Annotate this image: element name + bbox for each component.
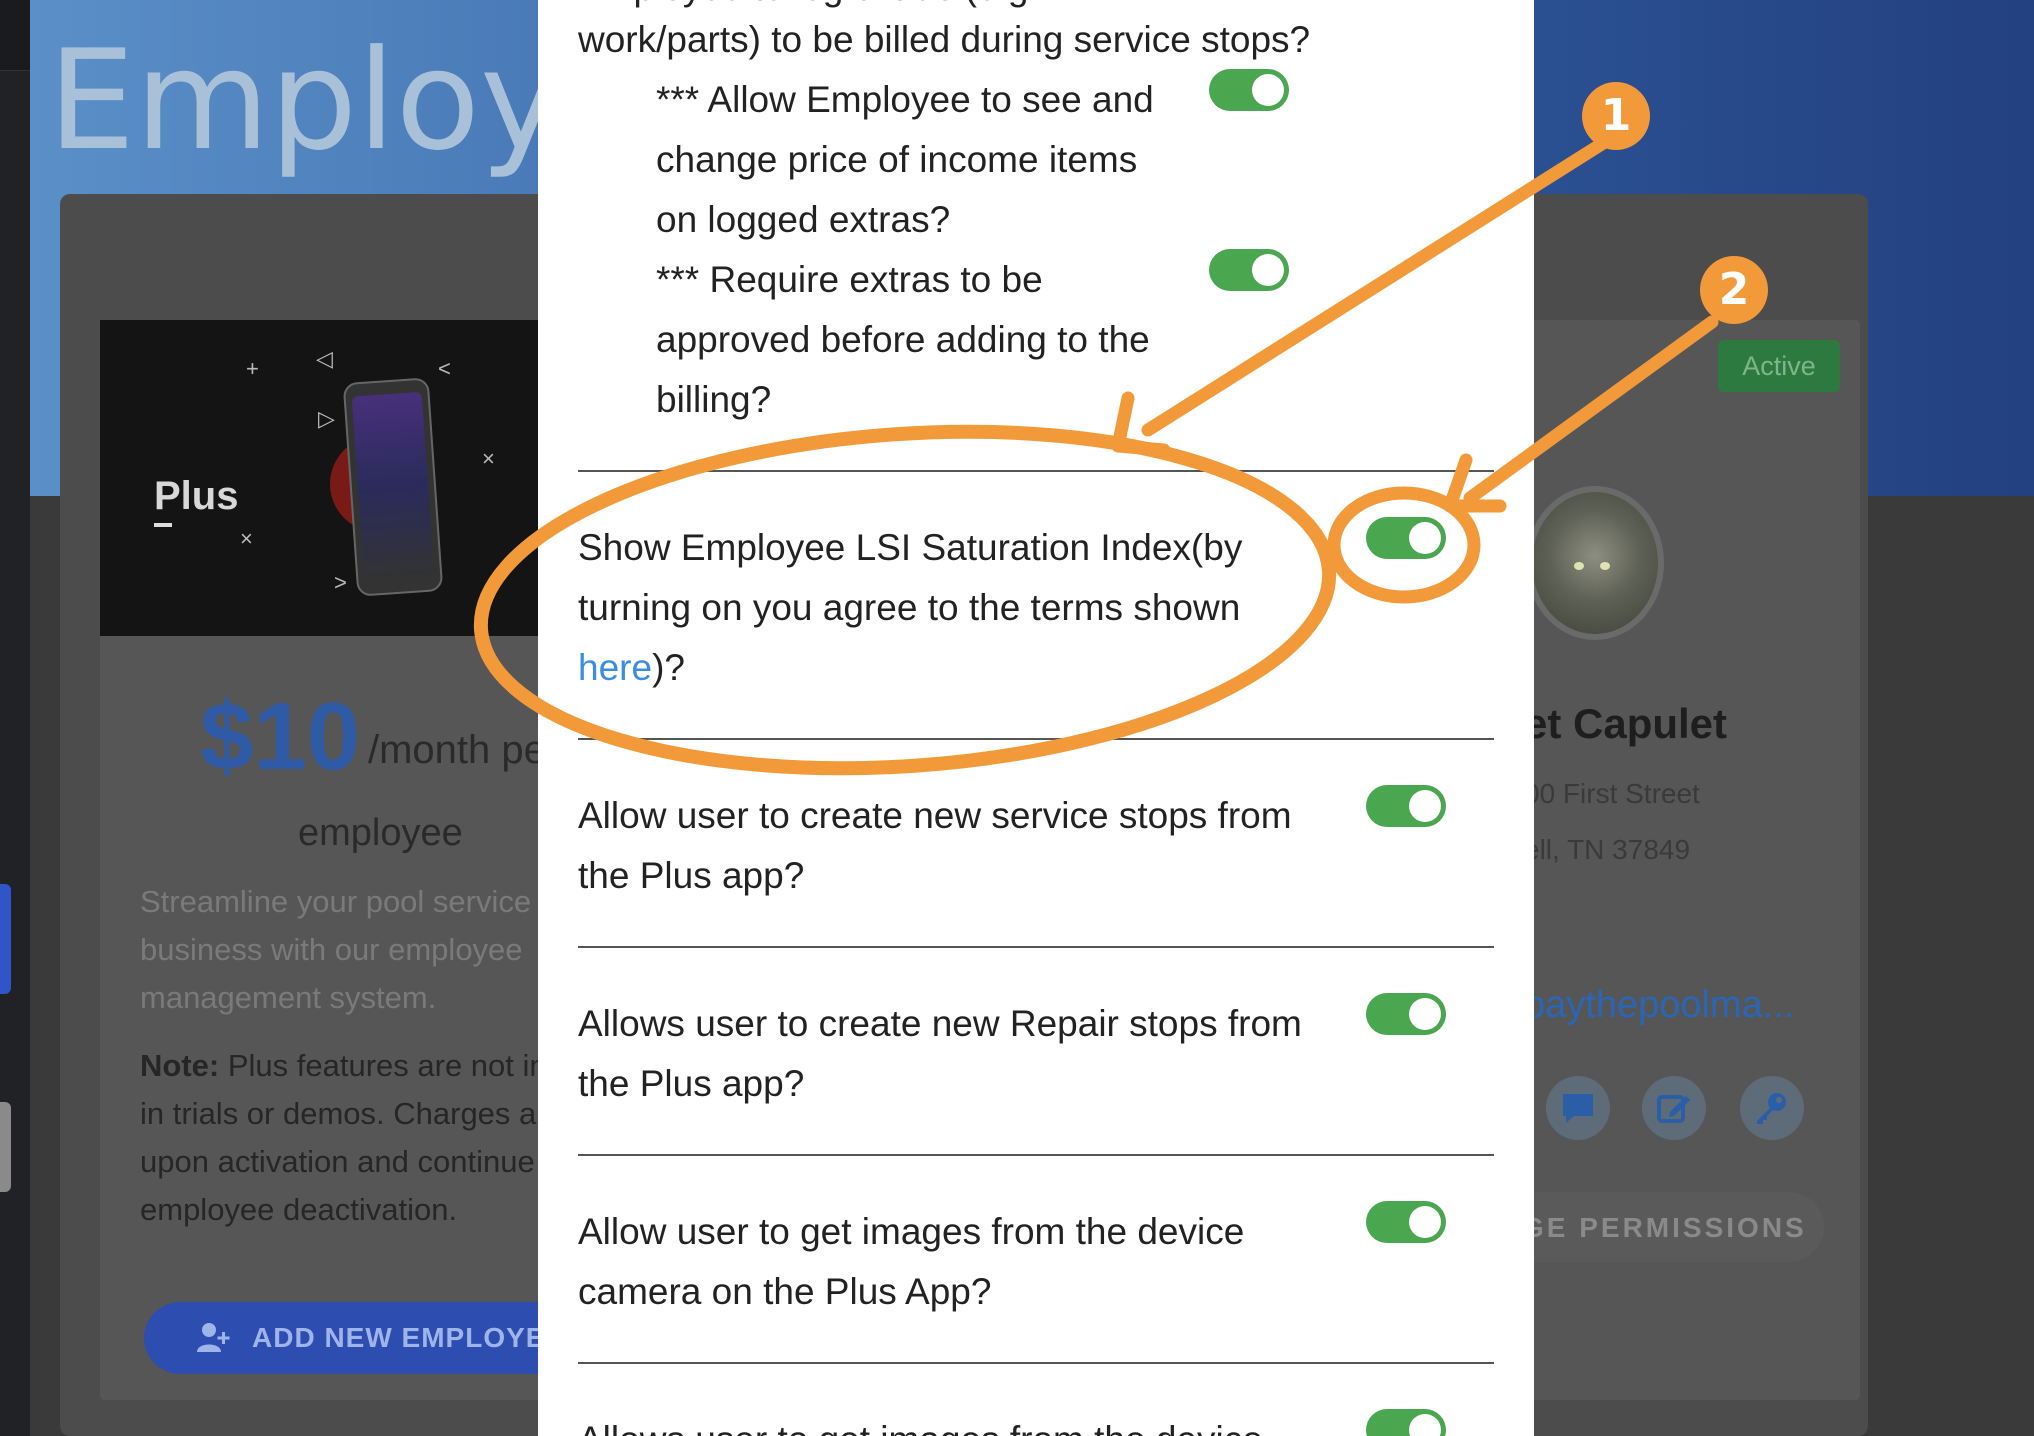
deco-x-icon: ×: [240, 526, 253, 551]
plan-price-unit: /month pe: [368, 728, 546, 772]
sidebar-active-indicator[interactable]: [0, 884, 11, 994]
employee-address-line2: ell, TN 37849: [1524, 834, 1691, 865]
lsi-option-text-end: )?: [652, 647, 685, 688]
deco-x-icon: ×: [482, 446, 495, 471]
deco-chevron-icon: <: [438, 356, 451, 381]
terms-link[interactable]: here: [578, 647, 652, 688]
divider: [578, 470, 1494, 472]
divider: [578, 1154, 1494, 1156]
sidebar-scroll-handle[interactable]: [0, 1102, 11, 1192]
device-images-option-label: Allows user to get images from the devic…: [578, 1410, 1318, 1436]
edit-button[interactable]: [1642, 1076, 1706, 1140]
service-stops-option-label: Allow user to create new service stops f…: [578, 795, 1292, 896]
phone-mockup: [342, 377, 444, 597]
employee-address-line1: 00 First Street: [1524, 778, 1700, 809]
toggle-approve-extras[interactable]: [1209, 249, 1289, 291]
manage-permissions-label: GE PERMISSIONS: [1522, 1212, 1807, 1243]
camera-images-option-label: Allow user to get images from the device…: [578, 1211, 1245, 1312]
add-new-employee-button[interactable]: ADD NEW EMPLOYE: [144, 1302, 604, 1374]
status-badge: Active: [1718, 340, 1840, 392]
plan-promo-image: Plus + ◁ < ▷ × × >: [100, 320, 560, 636]
employee-avatar: [1526, 486, 1664, 640]
extras-option-label: work/parts) to be billed during service …: [578, 19, 1311, 60]
toggle-create-repair-stops[interactable]: [1366, 993, 1446, 1035]
annotation-badge-1: 1: [1582, 82, 1650, 150]
lsi-option-label: Show Employee LSI Saturation Index(by tu…: [578, 518, 1318, 698]
sidebar-header: [0, 0, 30, 71]
chat-bubble-icon: [1563, 1094, 1593, 1123]
toggle-create-service-stops[interactable]: [1366, 785, 1446, 827]
permissions-modal: Employee to log extras (e.g. work/parts)…: [538, 0, 1534, 1436]
toggle-lsi-saturation-index[interactable]: [1366, 517, 1446, 559]
toggle-device-images[interactable]: [1366, 1409, 1446, 1436]
message-button[interactable]: [1546, 1076, 1610, 1140]
app-sidebar: [0, 0, 30, 1436]
add-user-icon: [197, 1323, 230, 1352]
manage-permissions-button[interactable]: GE PERMISSIONS: [1500, 1192, 1824, 1262]
plan-note-label: Note:: [140, 1048, 220, 1083]
employee-name: et Capulet: [1524, 700, 1728, 747]
deco-plus-icon: +: [246, 356, 259, 381]
sub-option-label-change-price: *** Allow Employee to see and change pri…: [656, 79, 1154, 240]
toggle-change-price[interactable]: [1209, 69, 1289, 111]
divider: [578, 946, 1494, 948]
repair-stops-option-label: Allows user to create new Repair stops f…: [578, 1003, 1302, 1104]
add-new-employee-label: ADD NEW EMPLOYE: [252, 1322, 546, 1353]
lsi-option-text: Show Employee LSI Saturation Index(by tu…: [578, 527, 1243, 628]
annotation-badge-2: 2: [1700, 256, 1768, 324]
toggle-camera-images[interactable]: [1366, 1201, 1446, 1243]
sub-option-label-approve-extras: *** Require extras to be approved before…: [656, 259, 1150, 420]
deco-triangle-icon: ▷: [318, 406, 335, 431]
avatar-eye: [1600, 562, 1610, 570]
key-icon: [1757, 1093, 1786, 1124]
deco-chevron-icon: >: [334, 570, 347, 595]
divider: [578, 1362, 1494, 1364]
divider: [578, 738, 1494, 740]
avatar-eye: [1574, 562, 1584, 570]
employee-email-link[interactable]: paythepoolma...: [1524, 984, 1794, 1027]
plan-description: Streamline your pool service business wi…: [140, 884, 532, 1015]
plan-note: Note: Plus features are not inc in trial…: [140, 1042, 580, 1234]
edit-icon: [1657, 1095, 1690, 1123]
key-button[interactable]: [1740, 1076, 1804, 1140]
plan-name: employee: [298, 812, 463, 854]
plus-logo: Plus: [154, 474, 239, 527]
deco-triangle-icon: ◁: [316, 346, 333, 371]
plan-price: $10: [200, 683, 361, 790]
